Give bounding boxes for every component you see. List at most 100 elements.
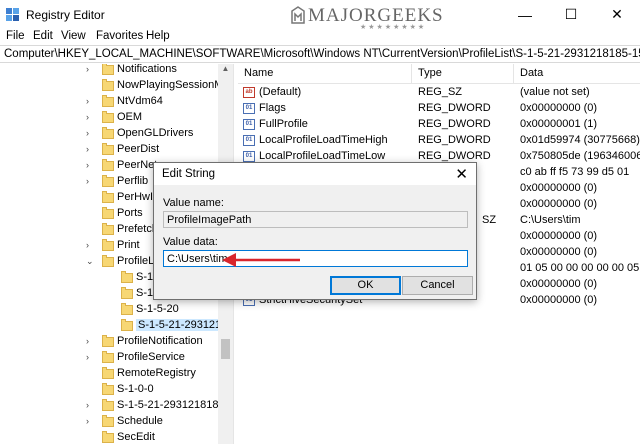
menu-help[interactable]: Help — [146, 30, 170, 42]
folder-icon — [102, 64, 114, 75]
value-row[interactable]: 01 FullProfile REG_DWORD 0x00000001 (1) — [238, 117, 640, 133]
chevron-right-icon[interactable]: › — [86, 416, 89, 426]
value-type: REG_DWORD — [418, 134, 491, 146]
value-type: SZ — [482, 214, 497, 226]
tree-item-label: S-1-0-0 — [117, 383, 154, 395]
folder-icon — [102, 351, 114, 363]
tree-item-label: ProfileNotification — [117, 335, 203, 347]
title-bar: Registry Editor MAJORGEEKS ★★★★★★★★ — ☐ … — [0, 0, 640, 31]
value-data: 0x00000000 (0) — [520, 198, 598, 210]
edit-string-dialog: Edit String ✕ Value name: Value data: OK… — [153, 162, 477, 300]
scrollbar-thumb[interactable] — [221, 339, 230, 359]
column-divider[interactable] — [513, 64, 514, 83]
folder-icon — [102, 127, 114, 139]
maximize-button[interactable]: ☐ — [548, 0, 594, 29]
folder-icon — [121, 319, 133, 331]
tree-item-label: NtVdm64 — [117, 95, 163, 107]
folder-icon — [102, 335, 114, 347]
ok-button[interactable]: OK — [330, 276, 401, 295]
maximize-icon: ☐ — [564, 6, 578, 22]
close-icon: ✕ — [611, 6, 623, 22]
minimize-button[interactable]: — — [502, 0, 548, 29]
value-data: (value not set) — [520, 86, 590, 98]
address-bar[interactable]: Computer\HKEY_LOCAL_MACHINE\SOFTWARE\Mic… — [0, 45, 640, 63]
value-name: (Default) — [259, 86, 302, 98]
value-data: 0x00000000 (0) — [520, 182, 598, 194]
chevron-right-icon[interactable]: › — [86, 144, 89, 154]
tree-item-label: PeerNet — [117, 159, 158, 171]
tree-item-label: Notifications — [117, 64, 177, 75]
tree-item-label: S-1-5-20 — [136, 303, 179, 315]
folder-icon — [102, 175, 114, 187]
scroll-up-icon[interactable]: ▲ — [218, 64, 233, 76]
menu-edit[interactable]: Edit — [33, 30, 53, 42]
annotation-arrow-icon — [222, 253, 300, 267]
value-row[interactable]: 01 LocalProfileLoadTimeHigh REG_DWORD 0x01d… — [238, 133, 640, 149]
chevron-right-icon[interactable]: › — [86, 352, 89, 362]
chevron-right-icon[interactable]: › — [86, 64, 89, 74]
folder-icon — [102, 239, 114, 251]
folder-icon — [102, 367, 114, 379]
chevron-right-icon[interactable]: › — [86, 128, 89, 138]
column-data[interactable]: Data — [520, 67, 543, 79]
window-title: Registry Editor — [26, 8, 105, 22]
chevron-down-icon[interactable]: ⌄ — [86, 256, 94, 267]
folder-icon — [102, 159, 114, 171]
folder-icon — [102, 399, 114, 411]
majorgeeks-logo-icon — [291, 6, 305, 24]
column-divider[interactable] — [411, 64, 412, 83]
value-row[interactable]: ab (Default) REG_SZ (value not set) — [238, 85, 640, 101]
folder-icon — [121, 271, 133, 283]
menu-favorites[interactable]: Favorites — [96, 30, 143, 42]
value-data: 0x750805de (1963460062) — [520, 150, 640, 162]
column-name[interactable]: Name — [244, 67, 273, 79]
minimize-icon: — — [518, 6, 532, 23]
folder-icon — [102, 415, 114, 427]
value-type: REG_SZ — [418, 86, 463, 98]
address-path: Computer\HKEY_LOCAL_MACHINE\SOFTWARE\Mic… — [4, 48, 640, 60]
chevron-right-icon[interactable]: › — [86, 160, 89, 170]
value-data: 01 05 00 00 00 00 00 05 15 0 — [520, 262, 640, 274]
folder-icon — [102, 143, 114, 155]
tree-item-label: RemoteRegistry — [117, 367, 196, 379]
registry-editor-icon — [6, 8, 19, 21]
tree-item-label: Schedule — [117, 415, 163, 427]
chevron-right-icon[interactable]: › — [86, 336, 89, 346]
tree-item-label: Prefetch — [117, 223, 158, 235]
column-type[interactable]: Type — [418, 67, 442, 79]
close-window-button[interactable]: ✕ — [594, 0, 640, 29]
tree-item-label: SecEdit — [117, 431, 155, 443]
value-data: 0x01d59974 (30775668) — [520, 134, 640, 146]
chevron-right-icon[interactable]: › — [86, 96, 89, 106]
folder-icon — [102, 111, 114, 123]
value-name: LocalProfileLoadTimeLow — [259, 150, 386, 162]
value-data: 0x00000000 (0) — [520, 246, 598, 258]
dialog-title: Edit String — [162, 168, 216, 180]
value-data: 0x00000000 (0) — [520, 230, 598, 242]
cancel-button[interactable]: Cancel — [402, 276, 473, 295]
dialog-close-button[interactable]: ✕ — [455, 165, 468, 183]
tree-item-label: PeerDist — [117, 143, 160, 155]
chevron-right-icon[interactable]: › — [86, 112, 89, 122]
menu-file[interactable]: File — [6, 30, 25, 42]
tree-item-label: Print — [117, 239, 140, 251]
folder-icon — [102, 79, 114, 91]
menu-view[interactable]: View — [61, 30, 86, 42]
folder-icon — [102, 191, 114, 203]
dialog-title-bar: Edit String ✕ — [154, 163, 476, 185]
binary-value-icon: 01 — [243, 151, 255, 162]
value-name-label: Value name: — [163, 197, 224, 209]
value-type: REG_DWORD — [418, 150, 491, 162]
value-data-field[interactable] — [163, 250, 468, 267]
value-data: c0 ab ff f5 73 99 d5 01 — [520, 166, 630, 178]
value-data: 0x00000001 (1) — [520, 118, 598, 130]
value-row[interactable]: 01 Flags REG_DWORD 0x00000000 (0) — [238, 101, 640, 117]
tree-item-label: Ports — [117, 207, 143, 219]
value-type: REG_DWORD — [418, 118, 491, 130]
chevron-right-icon[interactable]: › — [86, 176, 89, 186]
folder-icon — [121, 303, 133, 315]
tree-item-label: OpenGLDrivers — [117, 127, 194, 139]
chevron-right-icon[interactable]: › — [86, 240, 89, 250]
folder-icon — [102, 95, 114, 107]
chevron-right-icon[interactable]: › — [86, 400, 89, 410]
